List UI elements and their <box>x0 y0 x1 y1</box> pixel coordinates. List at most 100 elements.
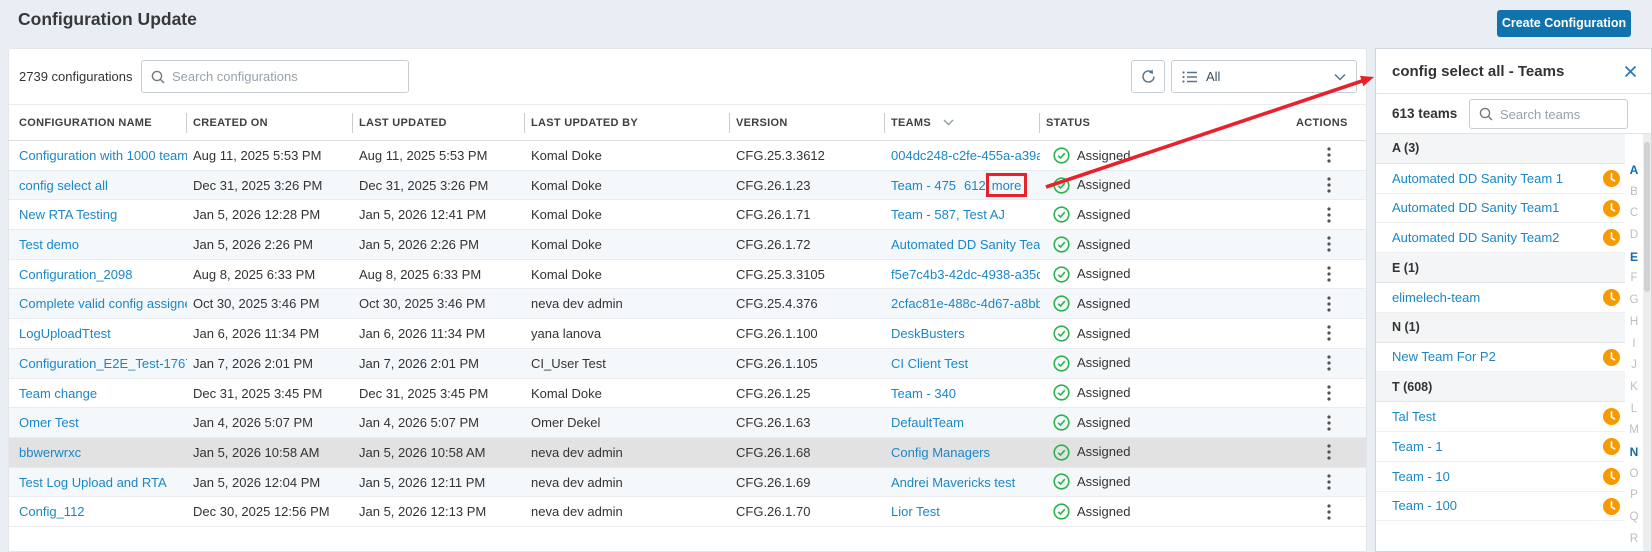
row-actions-menu[interactable] <box>1296 230 1362 259</box>
team-link[interactable]: 004dc248-c2fe-455a-a39a-3fa <box>891 148 1040 163</box>
team-link[interactable]: CI Client Test <box>891 356 968 371</box>
team-name-link[interactable]: Automated DD Sanity Team 1 <box>1392 171 1563 186</box>
configuration-name-link[interactable]: New RTA Testing <box>19 200 187 229</box>
table-row[interactable]: Test Log Upload and RTA Jan 5, 2026 12:0… <box>9 467 1366 498</box>
configuration-name-link[interactable]: Test demo <box>19 230 187 259</box>
table-row[interactable]: Configuration with 1000 teams Aug 11, 20… <box>9 141 1366 171</box>
configuration-name-link[interactable]: LogUploadTtest <box>19 319 187 348</box>
team-link[interactable]: Automated DD Sanity Team <box>891 237 1040 252</box>
filter-dropdown[interactable]: All <box>1171 60 1357 93</box>
team-link[interactable]: Team - 475 <box>891 178 956 193</box>
row-actions-menu[interactable] <box>1296 319 1362 348</box>
row-actions-menu[interactable] <box>1296 289 1362 318</box>
alpha-letter[interactable]: P <box>1630 485 1638 507</box>
team-link[interactable]: DefaultTeam <box>891 415 964 430</box>
team-list-item[interactable]: Team - 100 <box>1376 492 1625 522</box>
search-configurations-input[interactable] <box>172 69 408 84</box>
configuration-name-link[interactable]: Configuration_2098 <box>19 260 187 289</box>
refresh-button[interactable] <box>1131 60 1165 93</box>
alpha-letter[interactable]: D <box>1630 225 1638 247</box>
team-link[interactable]: Andrei Mavericks test <box>891 475 1015 490</box>
search-teams-box[interactable] <box>1469 99 1628 129</box>
table-row[interactable]: Configuration_E2E_Test-17677 Jan 7, 2026… <box>9 348 1366 379</box>
table-row[interactable]: Test demo Jan 5, 2026 2:26 PM Jan 5, 202… <box>9 230 1366 260</box>
table-row[interactable]: Complete valid config assigned Oct 30, 2… <box>9 289 1366 320</box>
team-name-link[interactable]: elimelech-team <box>1392 290 1480 305</box>
table-row[interactable]: config select all Dec 31, 2025 3:26 PM D… <box>9 170 1366 201</box>
row-actions-menu[interactable] <box>1296 349 1362 378</box>
team-link[interactable]: Team - 587, Test AJ <box>891 207 1005 222</box>
alpha-letter[interactable]: I <box>1632 334 1635 356</box>
row-actions-menu[interactable] <box>1296 438 1362 467</box>
column-header[interactable]: ACTIONS <box>1296 105 1362 140</box>
table-row[interactable]: Configuration_2098 Aug 8, 2025 6:33 PM A… <box>9 259 1366 290</box>
team-list-item[interactable]: Automated DD Sanity Team1 <box>1376 194 1625 224</box>
table-row[interactable]: Config_112 Dec 30, 2025 12:56 PM Jan 5, … <box>9 497 1366 527</box>
alpha-letter[interactable]: H <box>1630 312 1638 334</box>
search-teams-input[interactable] <box>1500 106 1627 122</box>
team-name-link[interactable]: Tal Test <box>1392 409 1436 424</box>
panel-scrollbar[interactable] <box>1643 134 1651 551</box>
more-teams-link[interactable]: more <box>985 172 1028 197</box>
create-configuration-button[interactable]: Create Configuration <box>1497 10 1631 37</box>
alpha-letter[interactable]: M <box>1629 420 1639 442</box>
row-actions-menu[interactable] <box>1296 260 1362 289</box>
table-row[interactable]: Team change Dec 31, 2025 3:45 PM Dec 31,… <box>9 378 1366 409</box>
team-link[interactable]: Lior Test <box>891 504 940 519</box>
alpha-letter[interactable]: K <box>1630 377 1638 399</box>
configuration-name-link[interactable]: Configuration with 1000 teams <box>19 141 187 170</box>
alpha-letter[interactable]: F <box>1630 268 1637 290</box>
team-list-item[interactable]: Team - 10 <box>1376 462 1625 492</box>
team-link[interactable]: Config Managers <box>891 445 990 460</box>
team-name-link[interactable]: Automated DD Sanity Team1 <box>1392 200 1559 215</box>
team-list-item[interactable]: Team - 1 <box>1376 432 1625 462</box>
sort-chevron-down-icon[interactable] <box>943 119 954 126</box>
row-actions-menu[interactable] <box>1296 141 1362 170</box>
configuration-name-link[interactable]: Test Log Upload and RTA <box>19 468 187 497</box>
team-name-link[interactable]: Team - 10 <box>1392 469 1450 484</box>
column-header[interactable]: STATUS <box>1039 105 1290 140</box>
team-name-link[interactable]: New Team For P2 <box>1392 349 1496 364</box>
table-row[interactable]: Omer Test Jan 4, 2026 5:07 PM Jan 4, 202… <box>9 408 1366 438</box>
column-header[interactable]: VERSION <box>729 105 885 140</box>
column-header[interactable]: TEAMS <box>884 105 1040 140</box>
row-actions-menu[interactable] <box>1296 379 1362 408</box>
configuration-name-link[interactable]: Team change <box>19 379 187 408</box>
table-row[interactable]: New RTA Testing Jan 5, 2026 12:28 PM Jan… <box>9 200 1366 231</box>
team-list-item[interactable]: New Team For P2 <box>1376 343 1625 373</box>
alpha-letter[interactable]: B <box>1630 182 1638 204</box>
close-icon[interactable] <box>1624 65 1637 78</box>
table-row[interactable]: bbwerwrxc Jan 5, 2026 10:58 AM Jan 5, 20… <box>9 437 1366 468</box>
team-link[interactable]: Team - 340 <box>891 386 956 401</box>
alpha-letter[interactable]: R <box>1630 529 1638 551</box>
alpha-letter[interactable]: L <box>1631 399 1637 421</box>
configuration-name-link[interactable]: bbwerwrxc <box>19 438 187 467</box>
team-name-link[interactable]: Team - 100 <box>1392 498 1457 513</box>
team-link[interactable]: DeskBusters <box>891 326 965 341</box>
scrollbar-thumb[interactable] <box>1644 142 1650 292</box>
alpha-letter[interactable]: E <box>1630 247 1638 269</box>
row-actions-menu[interactable] <box>1296 468 1362 497</box>
alpha-letter[interactable]: J <box>1631 355 1637 377</box>
alpha-letter[interactable]: G <box>1630 290 1639 312</box>
row-actions-menu[interactable] <box>1296 408 1362 437</box>
alpha-letter[interactable]: O <box>1630 464 1639 486</box>
alpha-letter[interactable]: N <box>1630 442 1639 464</box>
team-name-link[interactable]: Team - 1 <box>1392 439 1443 454</box>
team-list-item[interactable]: Automated DD Sanity Team 1 <box>1376 164 1625 194</box>
column-header[interactable]: LAST UPDATED BY <box>524 105 730 140</box>
team-link[interactable]: 2cfac81e-488c-4d67-a8bb-7bc4 <box>891 296 1040 311</box>
team-list-item[interactable]: Tal Test <box>1376 402 1625 432</box>
configuration-name-link[interactable]: Configuration_E2E_Test-17677 <box>19 349 187 378</box>
alpha-letter[interactable]: C <box>1630 203 1638 225</box>
column-header[interactable]: CREATED ON <box>186 105 353 140</box>
column-header[interactable]: LAST UPDATED <box>352 105 525 140</box>
row-actions-menu[interactable] <box>1296 171 1362 200</box>
configuration-name-link[interactable]: Config_112 <box>19 497 187 526</box>
team-name-link[interactable]: Automated DD Sanity Team2 <box>1392 230 1559 245</box>
table-row[interactable]: LogUploadTtest Jan 6, 2026 11:34 PM Jan … <box>9 319 1366 349</box>
configuration-name-link[interactable]: Omer Test <box>19 408 187 437</box>
configuration-name-link[interactable]: Complete valid config assigned <box>19 289 187 318</box>
team-list-item[interactable]: Automated DD Sanity Team2 <box>1376 223 1625 254</box>
row-actions-menu[interactable] <box>1296 497 1362 526</box>
